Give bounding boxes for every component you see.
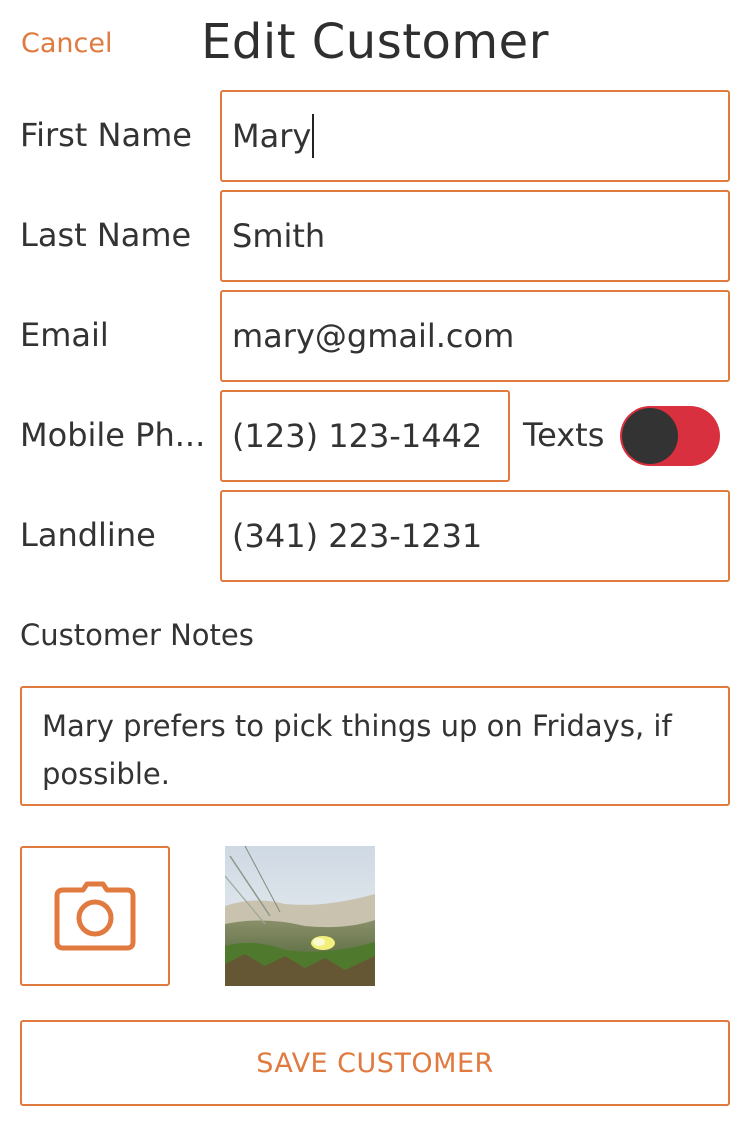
page-title: Edit Customer: [201, 14, 549, 70]
text-caret: [312, 114, 315, 158]
landline-input[interactable]: (341) 223-1231: [220, 490, 730, 582]
first-name-label: First Name: [20, 116, 192, 154]
customer-notes-textarea[interactable]: Mary prefers to pick things up on Friday…: [20, 686, 730, 806]
email-value: mary@gmail.com: [232, 317, 515, 355]
beach-dune-flower-photo: [225, 846, 375, 986]
last-name-label: Last Name: [20, 216, 192, 254]
last-name-value: Smith: [232, 217, 326, 255]
email-label: Email: [20, 316, 109, 354]
first-name-value: Mary: [232, 117, 312, 155]
landline-label: Landline: [20, 516, 156, 554]
texts-label: Texts: [523, 416, 605, 454]
photo-thumbnail[interactable]: [225, 846, 375, 986]
last-name-input[interactable]: Smith: [220, 190, 730, 282]
toggle-knob: [622, 408, 678, 464]
add-photo-button[interactable]: [20, 846, 170, 986]
mobile-phone-label: Mobile Ph...: [20, 416, 206, 454]
mobile-phone-input[interactable]: (123) 123-1442: [220, 390, 510, 482]
landline-value: (341) 223-1231: [232, 517, 483, 555]
save-customer-button[interactable]: SAVE CUSTOMER: [20, 1020, 730, 1106]
camera-icon: [54, 881, 136, 951]
texts-toggle[interactable]: [620, 406, 720, 466]
mobile-phone-value: (123) 123-1442: [232, 417, 483, 455]
first-name-input[interactable]: Mary: [220, 90, 730, 182]
customer-notes-label: Customer Notes: [20, 618, 254, 652]
email-input[interactable]: mary@gmail.com: [220, 290, 730, 382]
